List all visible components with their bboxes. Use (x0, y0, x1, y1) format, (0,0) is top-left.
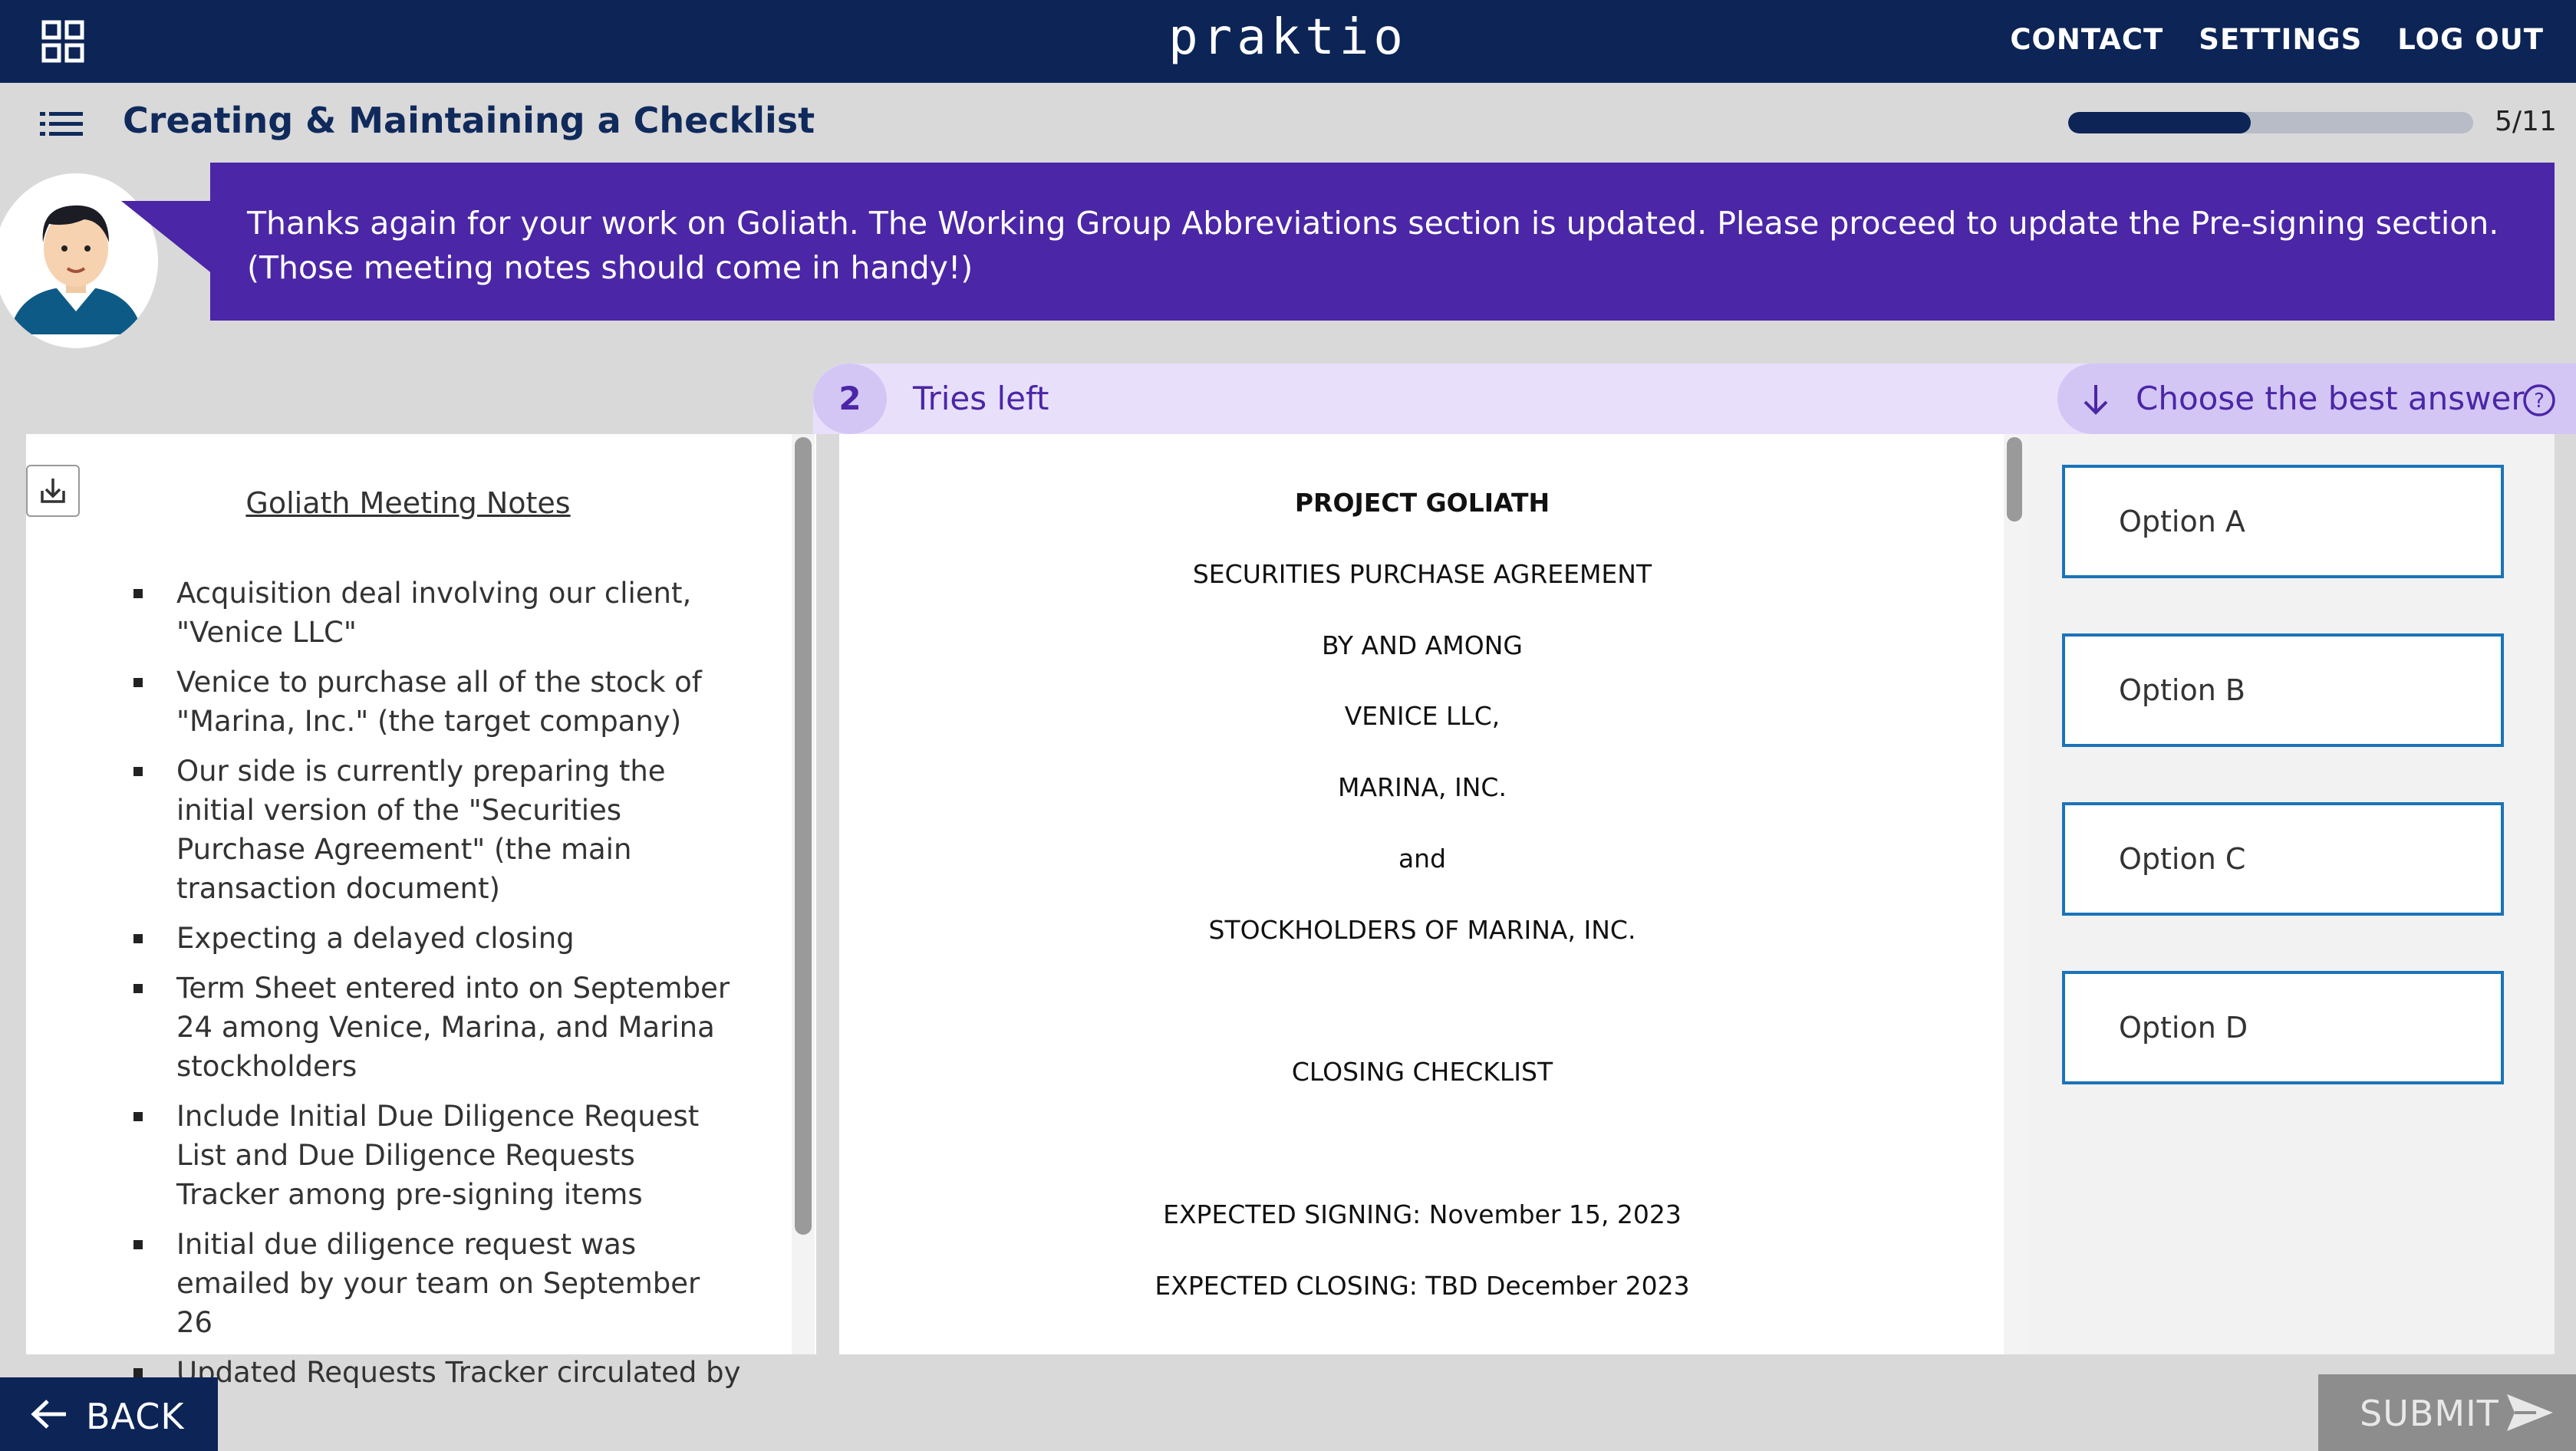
list-item: Acquisition deal involving our client, "… (129, 574, 743, 652)
document-scrollbar[interactable] (2004, 434, 2028, 1354)
doc-line: and (1398, 844, 1447, 874)
lesson-menu-icon[interactable] (40, 110, 83, 138)
top-nav: CONTACT SETTINGS LOG OUT (2010, 23, 2544, 56)
option-a-button[interactable]: Option A (2062, 465, 2504, 578)
list-item: Expecting a delayed closing (129, 919, 743, 958)
option-b-button[interactable]: Option B (2062, 633, 2504, 747)
meeting-notes-title: Goliath Meeting Notes (245, 486, 571, 520)
arrow-down-icon (2084, 385, 2108, 415)
doc-line: CLOSING CHECKLIST (1291, 1057, 1553, 1087)
back-button[interactable]: BACK (0, 1377, 218, 1451)
progress-bar (2068, 112, 2473, 133)
list-item: Term Sheet entered into on September 24 … (129, 969, 743, 1086)
list-item: Initial due diligence request was emaile… (129, 1225, 743, 1342)
doc-line: MARINA, INC. (1338, 772, 1507, 802)
doc-expected-signing: EXPECTED SIGNING: November 15, 2023 (1163, 1199, 1682, 1229)
speech-bubble-tail (121, 201, 213, 275)
doc-line: SECURITIES PURCHASE AGREEMENT (1192, 559, 1652, 589)
list-item: Our side is currently preparing the init… (129, 752, 743, 908)
tries-label: Tries left (913, 380, 1049, 417)
logout-link[interactable]: LOG OUT (2397, 23, 2544, 56)
list-item: Updated Requests Tracker circulated by (129, 1353, 743, 1392)
progress-bar-fill (2068, 112, 2251, 133)
meeting-notes-list: Acquisition deal involving our client, "… (129, 574, 743, 1403)
top-bar: praktio CONTACT SETTINGS LOG OUT (0, 0, 2576, 83)
contact-link[interactable]: CONTACT (2010, 23, 2163, 56)
settings-link[interactable]: SETTINGS (2199, 23, 2362, 56)
notes-scrollbar-thumb[interactable] (795, 437, 812, 1235)
submit-label: SUBMIT (2360, 1393, 2499, 1434)
doc-line: BY AND AMONG (1322, 630, 1523, 660)
back-label: BACK (86, 1396, 185, 1437)
option-d-button[interactable]: Option D (2062, 971, 2504, 1084)
list-item: Venice to purchase all of the stock of "… (129, 663, 743, 741)
doc-expected-closing: EXPECTED CLOSING: TBD December 2023 (1155, 1271, 1690, 1301)
document-scrollbar-thumb[interactable] (2007, 437, 2022, 522)
send-icon (2507, 1394, 2553, 1431)
lesson-title: Creating & Maintaining a Checklist (123, 100, 815, 141)
doc-project-title: PROJECT GOLIATH (1294, 488, 1550, 518)
list-item: Include Initial Due Diligence Request Li… (129, 1097, 743, 1214)
progress-text: 5/11 (2495, 106, 2557, 137)
option-c-button[interactable]: Option C (2062, 802, 2504, 916)
arrow-left-icon (31, 1400, 66, 1429)
submit-button[interactable]: SUBMIT (2318, 1374, 2576, 1451)
svg-text:?: ? (2534, 390, 2545, 413)
doc-line: STOCKHOLDERS OF MARINA, INC. (1208, 915, 1636, 945)
doc-line: VENICE LLC, (1344, 701, 1500, 731)
tries-count: 2 (813, 364, 887, 434)
help-icon[interactable]: ? (2522, 383, 2556, 417)
mentor-message: Thanks again for your work on Goliath. T… (210, 163, 2555, 321)
choose-answer-label: Choose the best answer (2136, 380, 2525, 417)
